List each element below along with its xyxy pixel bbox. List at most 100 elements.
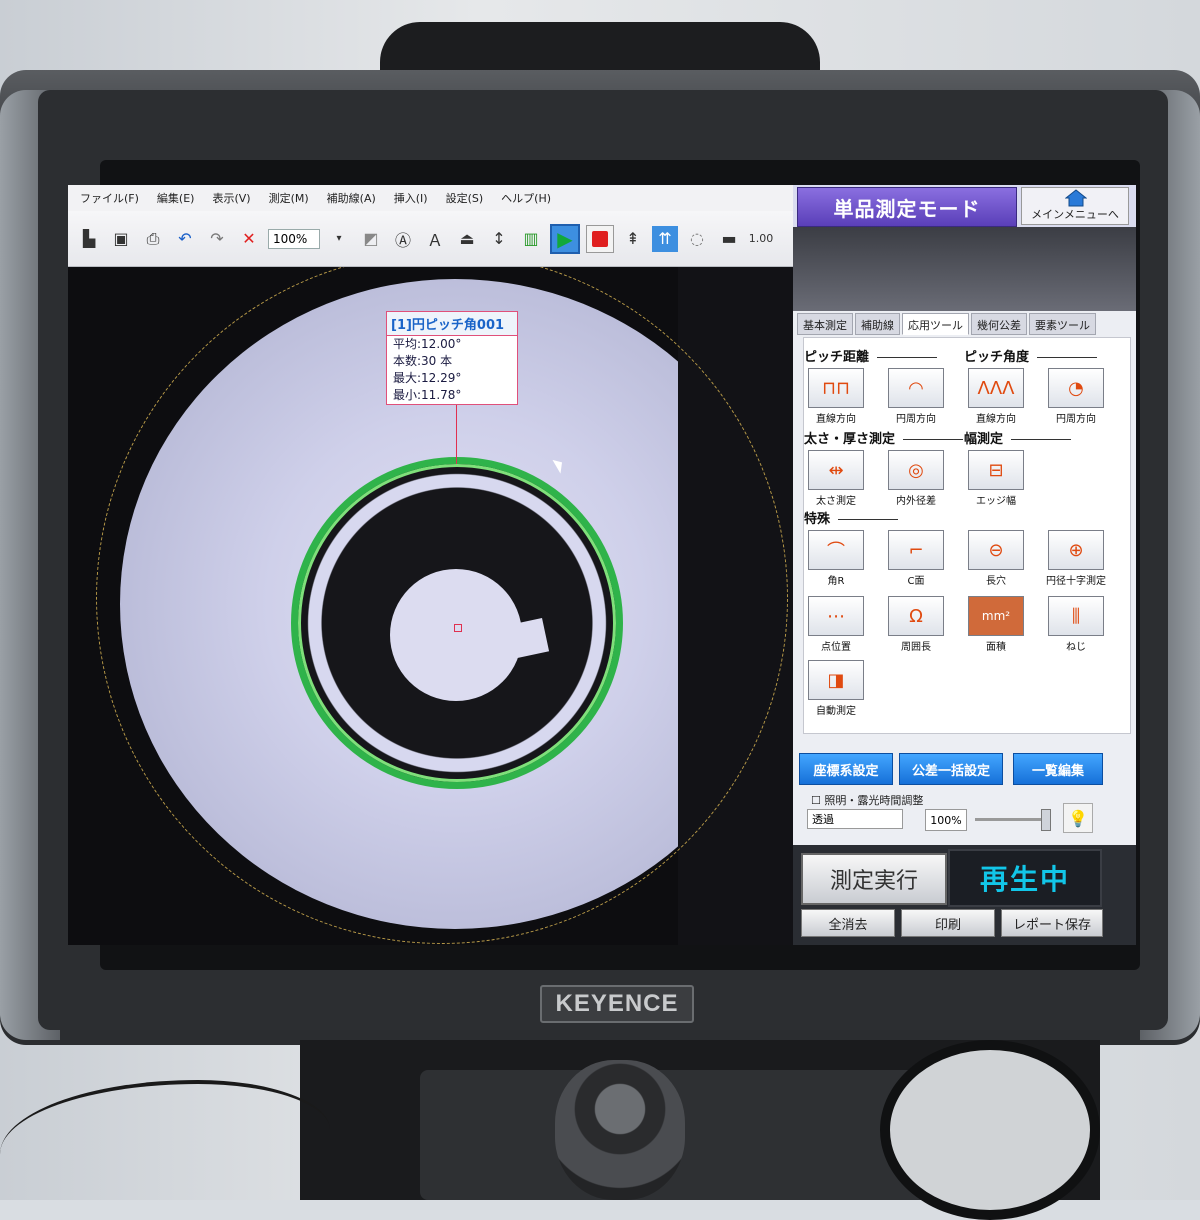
menu-help[interactable]: ヘルプ(H)	[501, 190, 551, 206]
illumination-checkbox[interactable]: ☐ 照明・露光時間調整	[811, 792, 923, 808]
trigger-icon[interactable]: ⇞	[620, 226, 646, 252]
tool-angle-linear[interactable]: ΛΛΛ 直線方向	[966, 368, 1026, 425]
tolerance-batch-button[interactable]: 公差一括設定	[899, 753, 1003, 785]
menu-view[interactable]: 表示(V)	[212, 190, 250, 206]
dropdown-icon[interactable]: ▾	[326, 226, 352, 252]
home-icon	[1065, 189, 1087, 207]
open-icon[interactable]: ▙	[76, 226, 102, 252]
count-value: 本数:30 本	[393, 354, 453, 368]
leader-line	[456, 402, 457, 464]
tool-point-position[interactable]: ⋯ 点位置	[806, 596, 866, 653]
text-icon[interactable]: Ａ	[422, 226, 448, 252]
scale-icon[interactable]: 1.00	[748, 226, 774, 252]
thickness-icon: ⇹	[808, 450, 864, 490]
menu-file[interactable]: ファイル(F)	[80, 190, 139, 206]
menu-settings[interactable]: 設定(S)	[446, 190, 484, 206]
illumination-slider[interactable]	[975, 818, 1045, 821]
tool-tabs: 基本測定 補助線 応用ツール 幾何公差 要素ツール	[797, 313, 1132, 335]
save-icon[interactable]: ▣	[108, 226, 134, 252]
distance-icon[interactable]: ↕	[486, 226, 512, 252]
right-panel: 単品測定モード メインメニューへ 基本測定 補助線 応用ツール 幾何公差 要素ツ…	[793, 185, 1136, 945]
section-width: 幅測定	[964, 428, 1071, 447]
tool-angle-circular[interactable]: ◔ 円周方向	[1046, 368, 1106, 425]
tool-pitch-circular[interactable]: ◠ 円周方向	[886, 368, 946, 425]
measurement-app: ファイル(F) 編集(E) 表示(V) 測定(M) 補助線(A) 挿入(I) 設…	[68, 185, 1136, 945]
clear-all-button[interactable]: 全消去	[801, 909, 895, 937]
height-icon[interactable]: ⏏	[454, 226, 480, 252]
illumination-percent[interactable]: 100%	[925, 809, 967, 831]
circle-select-icon[interactable]: ◌	[684, 226, 710, 252]
measurement-label[interactable]: [1]円ピッチ角001 平均:12.00° 本数:30 本 最大:12.29° …	[386, 311, 518, 405]
illumination-label: 照明・露光時間調整	[824, 794, 924, 807]
tool-area[interactable]: mm² 面積	[966, 596, 1026, 653]
pitch-linear-icon: ⊓⊓	[808, 368, 864, 408]
tool-edge-width[interactable]: ⊟ エッジ幅	[966, 450, 1026, 507]
corner-r-icon: ⌒	[808, 530, 864, 570]
tool-perimeter[interactable]: Ω 周囲長	[886, 596, 946, 653]
menu-auxline[interactable]: 補助線(A)	[327, 190, 376, 206]
auto-icon[interactable]: Ⓐ	[390, 226, 416, 252]
inner-outer-icon: ◎	[888, 450, 944, 490]
tab-basic-measure[interactable]: 基本測定	[797, 313, 853, 335]
bulb-icon[interactable]: 💡	[1063, 803, 1093, 833]
zoom-select[interactable]: 100%	[268, 228, 320, 249]
list-edit-button[interactable]: 一覧編集	[1013, 753, 1103, 785]
section-special: 特殊	[804, 508, 898, 527]
color-icon[interactable]: ▥	[518, 226, 544, 252]
tool-corner-r[interactable]: ⌒ 角R	[806, 530, 866, 587]
redo-icon[interactable]: ↷	[204, 226, 230, 252]
edge-width-icon: ⊟	[968, 450, 1024, 490]
report-save-button[interactable]: レポート保存	[1001, 909, 1103, 937]
stop-icon[interactable]	[586, 224, 614, 253]
tool-thickness[interactable]: ⇹ 太さ測定	[806, 450, 866, 507]
screw-icon: ⫼	[1048, 596, 1104, 636]
menu-edit[interactable]: 編集(E)	[157, 190, 195, 206]
tool-circle-cross[interactable]: ⊕ 円径十字測定	[1046, 530, 1106, 587]
long-hole-icon: ⊖	[968, 530, 1024, 570]
section-pitch-angle: ピッチ角度	[964, 346, 1097, 365]
play-icon[interactable]: ▶	[550, 223, 580, 254]
area-icon: mm²	[968, 596, 1024, 636]
pitch-circular-icon: ◠	[888, 368, 944, 408]
tool-long-hole[interactable]: ⊖ 長穴	[966, 530, 1026, 587]
min-value: 最小:11.78°	[393, 388, 462, 402]
section-thickness: 太さ・厚さ測定	[804, 428, 963, 447]
auto-measure-icon: ◨	[808, 660, 864, 700]
section-pitch-distance: ピッチ距離	[804, 346, 937, 365]
toolbar: ▙ ▣ ⎙ ↶ ↷ ✕ 100% ▾ ◩ Ⓐ Ａ ⏏ ↕ ▥ ▶ ⇞ ⇈ ◌ ▬…	[68, 211, 793, 267]
undo-icon[interactable]: ↶	[172, 226, 198, 252]
brand-logo: KEYENCE	[540, 985, 694, 1023]
menu-measure[interactable]: 測定(M)	[269, 190, 309, 206]
print-button[interactable]: 印刷	[901, 909, 995, 937]
tab-geometric-tolerance[interactable]: 幾何公差	[971, 313, 1027, 335]
camera-view[interactable]: [1]円ピッチ角001 平均:12.00° 本数:30 本 最大:12.29° …	[68, 267, 793, 945]
print-icon[interactable]: ⎙	[140, 226, 166, 252]
slider-knob[interactable]	[1041, 809, 1051, 831]
tool-auto-measure[interactable]: ◨ 自動測定	[806, 660, 866, 717]
live-preview-strip	[793, 227, 1136, 311]
coord-setting-button[interactable]: 座標系設定	[799, 753, 893, 785]
tool-c-face[interactable]: ⌐ C面	[886, 530, 946, 587]
center-marker	[454, 624, 462, 632]
tool-inner-outer[interactable]: ◎ 内外径差	[886, 450, 946, 507]
run-measure-button[interactable]: 測定実行	[801, 853, 947, 905]
pattern-search-icon[interactable]: ◩	[358, 226, 384, 252]
measurement-title: [1]円ピッチ角001	[387, 312, 517, 336]
average-value: 平均:12.00°	[393, 337, 462, 351]
illumination-mode-select[interactable]: 透過	[807, 809, 903, 829]
playback-status: 再生中	[948, 849, 1102, 907]
image-icon[interactable]: ▬	[716, 226, 742, 252]
multi-trigger-icon[interactable]: ⇈	[652, 225, 678, 252]
delete-icon[interactable]: ✕	[236, 226, 262, 252]
tab-element-tools[interactable]: 要素ツール	[1029, 313, 1096, 335]
tool-pitch-linear[interactable]: ⊓⊓ 直線方向	[806, 368, 866, 425]
menu-insert[interactable]: 挿入(I)	[394, 190, 428, 206]
max-value: 最大:12.29°	[393, 371, 462, 385]
tab-applied-tools[interactable]: 応用ツール	[902, 313, 969, 335]
tab-aux-line[interactable]: 補助線	[855, 313, 900, 335]
tool-screw[interactable]: ⫼ ねじ	[1046, 596, 1106, 653]
point-position-icon: ⋯	[808, 596, 864, 636]
tool-area: ピッチ距離 ピッチ角度 ⊓⊓ 直線方向 ◠ 円周方向 ΛΛΛ 直線方向 ◔ 円周方向 太…	[803, 337, 1131, 734]
c-face-icon: ⌐	[888, 530, 944, 570]
perimeter-icon: Ω	[888, 596, 944, 636]
